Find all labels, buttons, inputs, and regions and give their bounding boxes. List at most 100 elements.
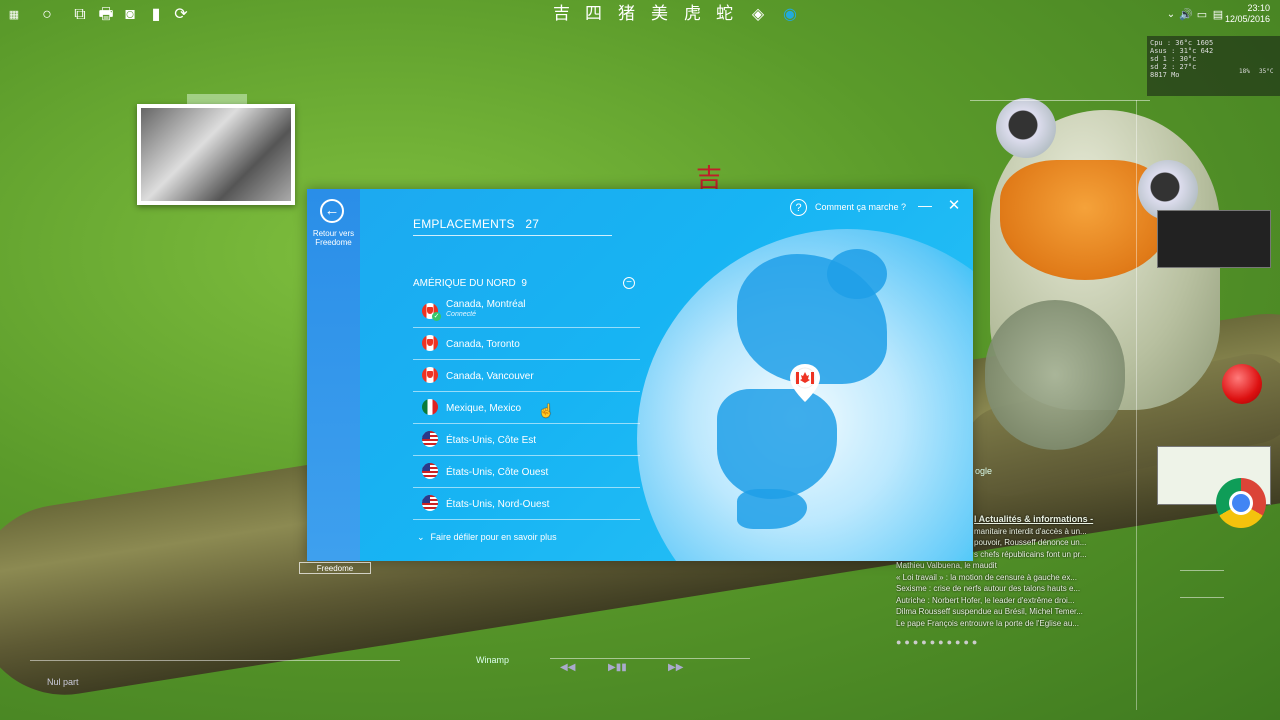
- winamp-play-icon[interactable]: ▶▮▮: [608, 662, 627, 673]
- location-item-us-east[interactable]: États-Unis, Côte Est: [413, 424, 640, 456]
- taskbar: ▦ ○ ⧉ 🖶 ◙ ▮ ⟳ 吉 四 猪 美 虎 蛇 ◈ ◉ ⌄ 🔊 ▭ ▤ 23…: [0, 0, 1280, 30]
- thumbnail-window-dark[interactable]: [1157, 210, 1271, 268]
- clock-date: 12/05/2016: [1224, 14, 1270, 24]
- location-name: Canada, Toronto: [446, 339, 520, 350]
- nul-part-label: Nul part: [47, 677, 79, 687]
- location-name: Canada, Vancouver: [446, 371, 534, 382]
- camera-icon[interactable]: ◙: [120, 5, 140, 25]
- news-header[interactable]: l Actualités & informations -: [974, 514, 1108, 526]
- location-item-toronto[interactable]: Canada, Toronto: [413, 328, 640, 360]
- freedome-tray-icon[interactable]: ◉: [780, 5, 800, 25]
- us-flag-icon: [422, 431, 438, 447]
- location-item-us-northwest[interactable]: États-Unis, Nord-Ouest: [413, 488, 640, 520]
- minimize-icon[interactable]: —: [918, 197, 932, 213]
- hand-cursor-icon: ☝: [538, 403, 555, 418]
- chevron-down-icon: ⌄: [417, 532, 425, 542]
- close-icon[interactable]: ✕: [946, 196, 962, 214]
- divider: [1136, 100, 1137, 710]
- freedome-app-window: ← Retour vers Freedome EMPLACEMENTS 27 ?…: [307, 189, 973, 561]
- canada-flag-icon: [422, 335, 438, 351]
- dock-char-1[interactable]: 四: [585, 3, 602, 25]
- sysmon-line: sd 1 : 30°c: [1150, 55, 1197, 63]
- photo-image: [141, 108, 291, 201]
- sysmon-temp: 35°C: [1259, 68, 1274, 75]
- locations-title: EMPLACEMENTS 27: [413, 217, 539, 231]
- us-flag-icon: [422, 463, 438, 479]
- scroll-more-link[interactable]: ⌄ Faire défiler pour en savoir plus: [417, 532, 557, 543]
- news-item[interactable]: manitaire interdit d'accès à un...: [974, 526, 1108, 538]
- location-list: ✓ Canada, Montréal Connecté Canada, Toro…: [413, 296, 640, 520]
- sysmon-line: sd 2 : 27°c: [1150, 63, 1197, 71]
- location-status: Connecté: [446, 311, 476, 318]
- region-count: 9: [521, 278, 527, 289]
- dock-char-2[interactable]: 猪: [618, 3, 635, 25]
- location-item-vancouver[interactable]: Canada, Vancouver: [413, 360, 640, 392]
- start-grid-icon[interactable]: ▦: [4, 5, 24, 25]
- app-swirl-icon[interactable]: ⟳: [171, 5, 191, 25]
- google-label: ogle: [975, 466, 993, 476]
- location-item-montreal[interactable]: ✓ Canada, Montréal Connecté: [413, 296, 640, 328]
- region-header[interactable]: AMÉRIQUE DU NORD 9: [413, 278, 527, 289]
- winamp-prev-icon[interactable]: ◀◀: [560, 662, 575, 673]
- location-name: États-Unis, Côte Ouest: [446, 467, 549, 478]
- divider: [1180, 570, 1224, 571]
- news-pager-dots[interactable]: ●●●●●●●●●●: [896, 637, 980, 647]
- frog-wallpaper-secondary: [985, 300, 1125, 450]
- system-monitor-widget: Cpu : 36°c 1605 Asus : 31°c 642 sd 1 : 3…: [1147, 36, 1280, 96]
- help-link[interactable]: Comment ça marche ?: [815, 202, 906, 212]
- scroll-more-text: Faire défiler pour en savoir plus: [430, 532, 557, 542]
- dock-char-3[interactable]: 美: [651, 3, 668, 25]
- task-view-icon[interactable]: ⧉: [70, 5, 90, 25]
- chrome-icon[interactable]: [1216, 478, 1266, 528]
- news-item[interactable]: Mathieu Valbuena, le maudit: [896, 560, 1108, 572]
- back-label[interactable]: Retour vers Freedome: [309, 229, 358, 247]
- news-item[interactable]: s chefs républicains font un pr...: [974, 549, 1108, 561]
- freedome-window-label[interactable]: Freedome: [299, 562, 371, 574]
- collapse-minus-icon[interactable]: −: [623, 277, 635, 289]
- sysmon-line: Cpu : 36°c 1605: [1150, 39, 1214, 47]
- sysmon-line: Asus : 31°c 642: [1150, 47, 1214, 55]
- canada-flag-icon: [422, 367, 438, 383]
- system-clock[interactable]: 23:10 12/05/2016: [1225, 3, 1270, 25]
- news-item[interactable]: Le pape François entrouvre la porte de l…: [896, 618, 1108, 630]
- connected-check-icon: ✓: [432, 312, 441, 321]
- news-item[interactable]: Autriche : Norbert Hofer, le leader d'ex…: [896, 595, 1108, 607]
- dock-app-icon[interactable]: ◈: [748, 5, 768, 25]
- dock-char-5[interactable]: 蛇: [716, 3, 733, 25]
- divider: [550, 658, 750, 659]
- news-item[interactable]: Sexisme : crise de nerfs autour des talo…: [896, 583, 1108, 595]
- record-button-icon[interactable]: [1222, 364, 1262, 404]
- mexico-flag-icon: [422, 399, 438, 415]
- dock-char-0[interactable]: 吉: [553, 3, 570, 25]
- location-item-us-west[interactable]: États-Unis, Côte Ouest: [413, 456, 640, 488]
- us-flag-icon: [422, 495, 438, 511]
- printer-icon[interactable]: 🖶: [96, 5, 116, 25]
- trash-icon[interactable]: ▮: [146, 5, 166, 25]
- divider: [30, 660, 400, 661]
- news-item[interactable]: « Loi travail » : la motion de censure à…: [896, 572, 1108, 584]
- help-icon[interactable]: ?: [790, 199, 807, 216]
- map-landmass-greenland: [827, 249, 887, 299]
- title-underline: [413, 235, 612, 236]
- back-arrow-icon[interactable]: ←: [320, 199, 344, 223]
- dock-char-4[interactable]: 虎: [684, 3, 701, 25]
- locations-title-text: EMPLACEMENTS: [413, 217, 515, 231]
- location-name: États-Unis, Nord-Ouest: [446, 499, 550, 510]
- clock-time: 23:10: [1247, 3, 1270, 13]
- winamp-label[interactable]: Winamp: [476, 655, 509, 665]
- location-pin-icon: [790, 364, 820, 402]
- location-name: Canada, Montréal: [446, 299, 526, 310]
- divider: [970, 100, 1150, 101]
- winamp-next-icon[interactable]: ▶▶: [668, 662, 683, 673]
- divider: [1180, 597, 1224, 598]
- photo-frame-widget[interactable]: [137, 104, 295, 205]
- location-name: Mexique, Mexico: [446, 403, 522, 414]
- location-item-mexico[interactable]: Mexique, Mexico: [413, 392, 640, 424]
- app-sidebar: ← Retour vers Freedome: [307, 189, 360, 561]
- news-item[interactable]: Dilma Rousseff suspendue au Brésil, Mich…: [896, 606, 1108, 618]
- news-item[interactable]: pouvoir, Rousseff dénonce un...: [974, 537, 1108, 549]
- region-name: AMÉRIQUE DU NORD: [413, 278, 516, 289]
- sysmon-line: 8817 Mo: [1150, 71, 1180, 79]
- frog-eye: [996, 98, 1056, 158]
- search-circle-icon[interactable]: ○: [37, 5, 57, 25]
